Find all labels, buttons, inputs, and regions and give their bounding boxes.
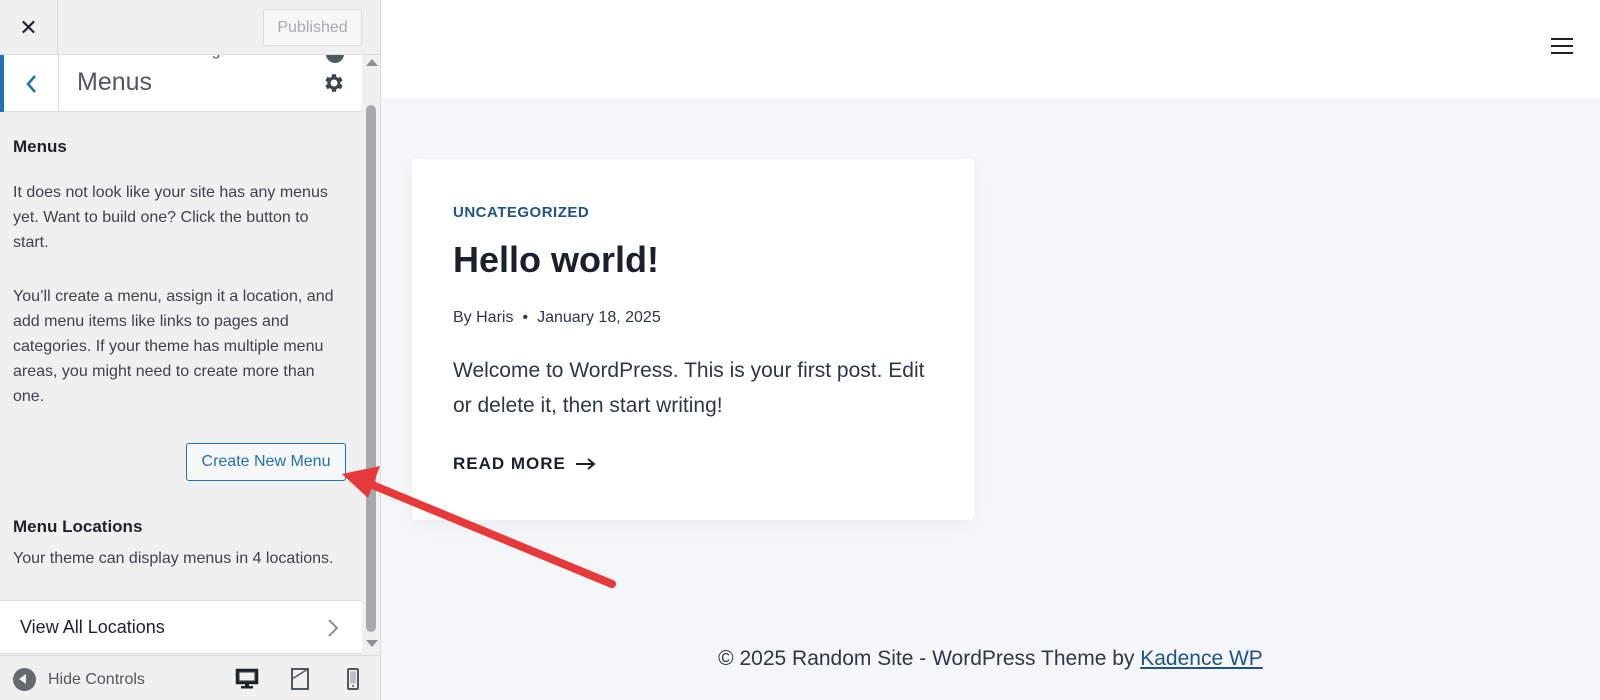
meta-separator: • xyxy=(522,309,529,326)
menus-heading: Menus xyxy=(13,137,67,156)
menu-locations-heading: Menu Locations xyxy=(13,517,143,536)
section-header: You are customizing Menus xyxy=(0,42,362,112)
scrollbar-thumb[interactable] xyxy=(366,105,376,632)
desktop-icon[interactable] xyxy=(235,667,259,691)
post-date[interactable]: January 18, 2025 xyxy=(537,309,661,326)
section-title: Menus xyxy=(77,68,153,96)
post-category-link[interactable]: UNCATEGORIZED xyxy=(453,204,589,221)
customizer-sidebar: ✕ Published You are customizing Menus Me… xyxy=(0,0,381,700)
customizer-topbar: ✕ Published xyxy=(0,0,380,55)
arrow-right-icon xyxy=(575,458,596,470)
back-button[interactable] xyxy=(0,55,59,112)
mobile-icon[interactable] xyxy=(341,667,365,691)
collapse-icon xyxy=(13,668,36,691)
post-title[interactable]: Hello world! xyxy=(453,239,659,281)
post-meta: By Haris • January 18, 2025 xyxy=(453,309,661,327)
hamburger-menu-icon[interactable] xyxy=(1551,38,1573,56)
view-all-locations-label: View All Locations xyxy=(20,617,165,637)
post-author[interactable]: By Haris xyxy=(453,309,513,326)
footer-text: © 2025 Random Site - WordPress Theme by xyxy=(718,647,1141,670)
customizer-footer-controls: Hide Controls xyxy=(0,655,380,700)
chevron-right-icon xyxy=(328,619,339,637)
published-button[interactable]: Published xyxy=(263,9,362,46)
menu-locations-text: Your theme can display menus in 4 locati… xyxy=(13,550,334,567)
post-excerpt: Welcome to WordPress. This is your first… xyxy=(453,359,925,417)
scroll-up-arrow[interactable] xyxy=(366,59,378,66)
tablet-icon[interactable] xyxy=(288,667,312,691)
site-footer: © 2025 Random Site - WordPress Theme by … xyxy=(381,647,1600,671)
view-all-locations-item[interactable]: View All Locations xyxy=(0,600,362,654)
site-header xyxy=(381,0,1600,98)
hide-controls-button[interactable]: Hide Controls xyxy=(13,668,145,691)
footer-theme-link[interactable]: Kadence WP xyxy=(1140,647,1263,670)
close-icon: ✕ xyxy=(19,14,38,40)
read-more-link[interactable]: READ MORE xyxy=(453,454,596,474)
post-card: UNCATEGORIZED Hello world! By Haris • Janu… xyxy=(412,159,974,520)
site-preview: UNCATEGORIZED Hello world! By Haris • Janu… xyxy=(381,0,1600,700)
close-customizer-button[interactable]: ✕ xyxy=(0,0,58,55)
gear-icon[interactable] xyxy=(322,71,346,95)
hide-controls-label: Hide Controls xyxy=(48,670,145,688)
create-new-menu-button[interactable]: Create New Menu xyxy=(186,443,346,481)
sidebar-scrollbar[interactable] xyxy=(362,55,380,655)
read-more-label: READ MORE xyxy=(453,454,566,473)
menus-intro-text: It does not look like your site has any … xyxy=(13,184,328,251)
scroll-down-arrow[interactable] xyxy=(366,640,378,647)
chevron-left-icon xyxy=(26,74,36,93)
menus-detail-text: You’ll create a menu, assign it a locati… xyxy=(13,288,334,405)
